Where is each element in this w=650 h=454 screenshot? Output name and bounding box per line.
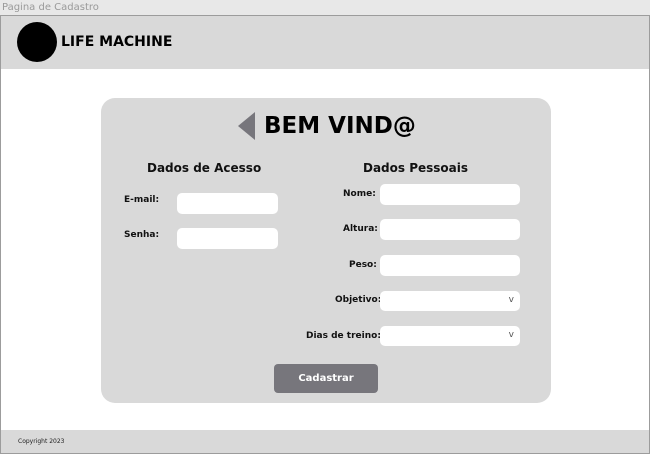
brand-name[interactable]: LIFE MACHINE: [61, 34, 172, 50]
app-frame: LIFE MACHINE BEM VIND@ Dados de Acesso D…: [0, 15, 650, 454]
email-field[interactable]: [177, 193, 278, 214]
height-label: Altura:: [343, 224, 378, 234]
access-section-title: Dados de Acesso: [147, 161, 262, 175]
weight-label: Peso:: [349, 260, 377, 270]
register-button[interactable]: Cadastrar: [274, 364, 378, 393]
chevron-down-icon: v: [508, 295, 514, 305]
copyright-text: Copyright 2023: [18, 438, 65, 445]
days-select[interactable]: v: [380, 326, 520, 346]
password-field[interactable]: [177, 228, 278, 249]
password-label: Senha:: [124, 230, 160, 240]
window-title: Pagina de Cadastro: [2, 2, 99, 13]
window-title-bar: Pagina de Cadastro: [0, 0, 650, 15]
goal-label: Objetivo:: [335, 295, 382, 305]
triangle-left-icon[interactable]: [238, 112, 256, 140]
page-title: BEM VIND@: [264, 113, 416, 139]
height-field[interactable]: [380, 219, 520, 240]
name-label: Nome:: [343, 189, 376, 199]
email-label: E-mail:: [124, 195, 160, 205]
header: LIFE MACHINE: [1, 16, 649, 69]
register-card: BEM VIND@ Dados de Acesso Dados Pessoais…: [101, 98, 551, 403]
name-field[interactable]: [380, 184, 520, 205]
personal-section-title: Dados Pessoais: [363, 161, 469, 175]
footer: Copyright 2023: [1, 430, 649, 453]
chevron-down-icon: v: [508, 330, 514, 340]
circle-logo-icon[interactable]: [17, 22, 57, 62]
weight-field[interactable]: [380, 255, 520, 276]
goal-select[interactable]: v: [380, 291, 520, 311]
days-label: Dias de treino:: [306, 331, 381, 341]
